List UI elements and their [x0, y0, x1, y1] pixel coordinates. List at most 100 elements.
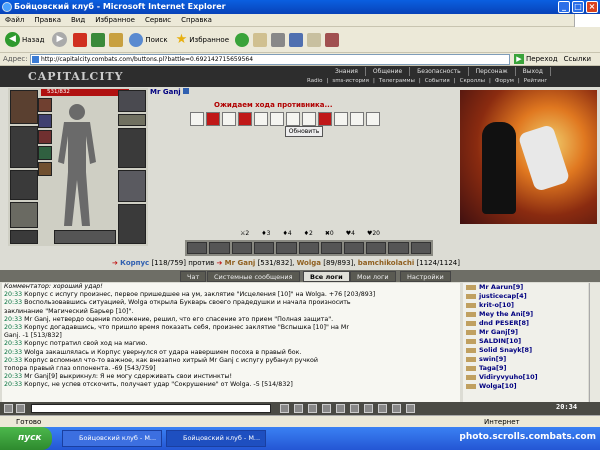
- zone-box[interactable]: [366, 112, 380, 126]
- zone-box[interactable]: [206, 112, 220, 126]
- sound-icon[interactable]: [336, 404, 345, 413]
- link-forum[interactable]: Форум: [493, 77, 516, 86]
- discuss-icon[interactable]: [307, 32, 322, 47]
- tab-system[interactable]: Системные сообщения: [207, 271, 300, 282]
- zone-box[interactable]: [222, 112, 236, 126]
- zone-box[interactable]: [318, 112, 332, 126]
- maximize-button[interactable]: □: [572, 1, 584, 13]
- link-exit[interactable]: Выход: [516, 67, 551, 76]
- spell-slot[interactable]: [187, 242, 208, 254]
- menu-edit[interactable]: Правка: [29, 14, 66, 26]
- link-sms-history[interactable]: sms-история: [330, 77, 371, 86]
- user-item[interactable]: justicecap[4]: [463, 292, 588, 301]
- scroll-lock-icon[interactable]: [350, 404, 359, 413]
- translit-icon[interactable]: [322, 404, 331, 413]
- spell-slot[interactable]: [321, 242, 342, 254]
- refresh-chat-icon[interactable]: [364, 404, 373, 413]
- minimize-button[interactable]: _: [558, 1, 570, 13]
- zone-box[interactable]: [190, 112, 204, 126]
- close-button[interactable]: ×: [586, 1, 598, 13]
- helmet-slot[interactable]: [10, 90, 38, 124]
- mail-icon[interactable]: [253, 32, 268, 47]
- address-input[interactable]: http://capitalcity.combats.com/buttons.p…: [30, 53, 510, 65]
- send-icon[interactable]: [280, 404, 289, 413]
- info-icon[interactable]: [183, 88, 190, 94]
- link-character[interactable]: Персонаж: [469, 67, 516, 76]
- spell-slot[interactable]: [365, 242, 387, 254]
- menu-file[interactable]: Файл: [0, 14, 29, 26]
- fighter-a[interactable]: Mr Ganj: [225, 259, 256, 267]
- user-item[interactable]: dnd PESER[8]: [463, 319, 588, 328]
- messenger-icon[interactable]: [325, 32, 340, 47]
- user-item[interactable]: Taga[9]: [463, 364, 588, 373]
- opponent-name[interactable]: Mr Ganj: [150, 88, 190, 96]
- print-icon[interactable]: [271, 32, 286, 47]
- media-icon[interactable]: [235, 32, 250, 47]
- spell-slot[interactable]: [276, 242, 297, 254]
- user-item[interactable]: swin[9]: [463, 355, 588, 364]
- refresh-icon[interactable]: [91, 32, 106, 47]
- amulet-slot[interactable]: [10, 126, 38, 168]
- shield-slot[interactable]: [118, 170, 146, 202]
- back-button[interactable]: ◀ Назад: [3, 30, 46, 50]
- boots-slot[interactable]: [118, 204, 146, 244]
- link-telegrams[interactable]: Телеграммы: [377, 77, 417, 86]
- spell-slot[interactable]: [231, 242, 253, 254]
- start-button[interactable]: пуск: [0, 427, 52, 450]
- tab-chat[interactable]: Чат: [180, 271, 207, 282]
- settings-icon[interactable]: [378, 404, 387, 413]
- user-item[interactable]: SALDIN[10]: [463, 337, 588, 346]
- taskbar-window[interactable]: Бойцовский клуб - М...: [62, 430, 162, 447]
- zone-box[interactable]: [302, 112, 316, 126]
- fighter-c[interactable]: bamchikolachi: [358, 259, 415, 267]
- menu-favorites[interactable]: Избранное: [90, 14, 140, 26]
- exit-chat-icon[interactable]: [406, 404, 415, 413]
- zone-box[interactable]: [270, 112, 284, 126]
- zone-box[interactable]: [286, 112, 300, 126]
- rune-slot[interactable]: [38, 162, 52, 176]
- stop-icon[interactable]: [73, 32, 88, 47]
- gloves-slot[interactable]: [118, 128, 146, 168]
- belt-slot[interactable]: [10, 230, 38, 244]
- forward-button[interactable]: ▶: [50, 30, 69, 50]
- link-knowledge[interactable]: Знания: [328, 67, 366, 76]
- earring-slot[interactable]: [118, 90, 146, 112]
- link-security[interactable]: Безопасность: [410, 67, 469, 76]
- edit-icon[interactable]: [289, 32, 304, 47]
- link-scrolls[interactable]: Скроллы: [458, 77, 487, 86]
- rune-slot[interactable]: [38, 114, 52, 128]
- taskbar-window[interactable]: Бойцовский клуб - M...: [166, 430, 266, 447]
- tab-settings[interactable]: Настройки: [400, 271, 451, 282]
- pants-slot[interactable]: [54, 230, 116, 244]
- spell-slot[interactable]: [410, 242, 431, 254]
- link-radio[interactable]: Radio: [305, 77, 324, 86]
- smile-icon[interactable]: [294, 404, 303, 413]
- user-item[interactable]: Solid Snayk[8]: [463, 346, 588, 355]
- fighter-b[interactable]: Wolga: [297, 259, 321, 267]
- rune-slot[interactable]: [38, 130, 52, 144]
- clear-icon[interactable]: [308, 404, 317, 413]
- user-item[interactable]: Mr Aarun[9]: [463, 283, 588, 292]
- user-item[interactable]: Vidiryvyuho[10]: [463, 373, 588, 382]
- spell-slot[interactable]: [298, 242, 320, 254]
- spell-slot[interactable]: [343, 242, 364, 254]
- spell-slot[interactable]: [388, 242, 409, 254]
- menu-view[interactable]: Вид: [66, 14, 90, 26]
- links-button[interactable]: Ссылки: [564, 55, 592, 63]
- refresh-button[interactable]: Обновить: [285, 126, 323, 137]
- spell-slot[interactable]: [254, 242, 275, 254]
- zone-box[interactable]: [254, 112, 268, 126]
- link-communication[interactable]: Общение: [366, 67, 411, 76]
- spell-slot[interactable]: [209, 242, 230, 254]
- zone-box[interactable]: [350, 112, 364, 126]
- zone-box[interactable]: [238, 112, 252, 126]
- menu-tools[interactable]: Сервис: [140, 14, 176, 26]
- rune-slot[interactable]: [38, 98, 52, 112]
- user-item[interactable]: Mey the Ani[9]: [463, 310, 588, 319]
- rune-slot[interactable]: [38, 146, 52, 160]
- tab-my-logs[interactable]: Мои логи: [350, 271, 396, 282]
- armor-slot[interactable]: [10, 202, 38, 228]
- fighter-left[interactable]: Корпус: [120, 259, 149, 267]
- link-events[interactable]: События: [423, 77, 452, 86]
- link-rating[interactable]: Рейтинг: [522, 77, 550, 86]
